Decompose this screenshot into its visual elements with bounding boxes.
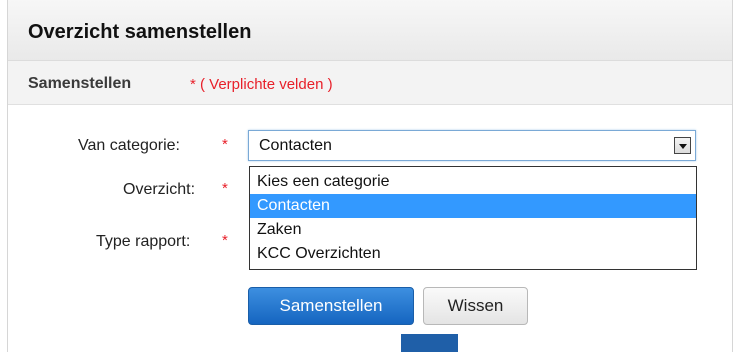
required-fields-note: * ( Verplichte velden ) <box>190 76 333 93</box>
category-select[interactable]: Contacten <box>248 130 696 161</box>
clear-button[interactable]: Wissen <box>423 287 528 325</box>
dropdown-option-kcc-overzichten[interactable]: KCC Overzichten <box>250 242 696 266</box>
section-title: Samenstellen <box>28 75 132 92</box>
overview-label: Overzicht: <box>123 181 196 198</box>
report-type-label: Type rapport: <box>96 233 191 250</box>
chevron-down-icon <box>679 144 687 149</box>
partial-element <box>401 334 458 352</box>
dropdown-option-kies-een-categorie[interactable]: Kies een categorie <box>250 170 696 194</box>
submit-button[interactable]: Samenstellen <box>248 287 414 325</box>
dropdown-option-zaken[interactable]: Zaken <box>250 218 696 242</box>
panel-header: Overzicht samenstellen <box>8 0 732 61</box>
category-select-value: Contacten <box>259 137 332 154</box>
dropdown-toggle-button[interactable] <box>674 137 691 154</box>
category-label: Van categorie: <box>78 137 180 154</box>
category-required-star: * <box>222 136 228 153</box>
dropdown-option-contacten[interactable]: Contacten <box>250 194 696 218</box>
report-type-required-star: * <box>222 232 228 249</box>
category-dropdown-list: Kies een categorie Contacten Zaken KCC O… <box>249 166 697 270</box>
overview-required-star: * <box>222 180 228 197</box>
page-title: Overzicht samenstellen <box>28 21 252 43</box>
section-bar: Samenstellen * ( Verplichte velden ) <box>8 61 732 105</box>
